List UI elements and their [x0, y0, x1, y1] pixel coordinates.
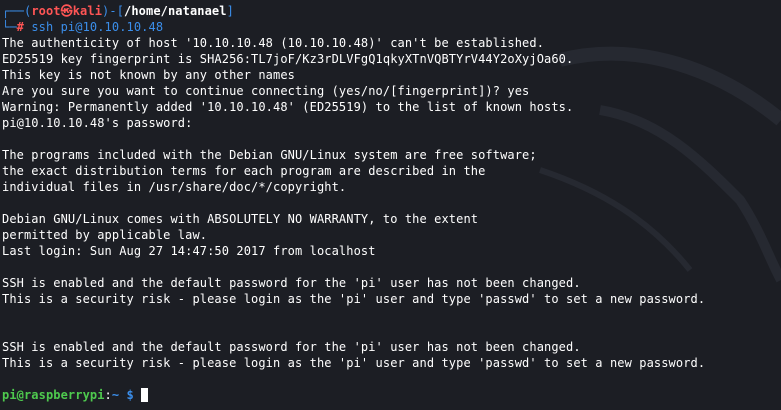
remote-path: ~	[111, 388, 120, 402]
output-line: SSH is enabled and the default password …	[2, 276, 581, 290]
output-line: This is a security risk - please login a…	[2, 292, 706, 306]
prompt-second-prefix: └─	[2, 20, 17, 34]
prompt-user: root	[31, 4, 61, 18]
text-cursor[interactable]	[141, 388, 149, 402]
prompt-close-mid: )-[	[102, 4, 125, 18]
prompt-path: /home/natanael	[124, 4, 227, 18]
output-line: The programs included with the Debian GN…	[2, 148, 537, 162]
output-line: ED25519 key fingerprint is SHA256:TL7joF…	[2, 52, 574, 66]
prompt-hash: #	[16, 20, 24, 34]
prompt-at-symbol: ㉿	[60, 4, 73, 18]
ssh-output: The authenticity of host '10.10.10.48 (1…	[2, 35, 781, 387]
output-line: The authenticity of host '10.10.10.48 (1…	[2, 36, 545, 50]
prompt-line-2: └─# ssh pi@10.10.10.48	[2, 19, 781, 35]
output-line: Debian GNU/Linux comes with ABSOLUTELY N…	[2, 212, 479, 226]
remote-dollar: $	[126, 388, 134, 402]
output-line: Last login: Sun Aug 27 14:47:50 2017 fro…	[2, 244, 376, 258]
output-line: SSH is enabled and the default password …	[2, 340, 581, 354]
output-line: This key is not known by any other names	[2, 68, 295, 82]
prompt-host: kali	[72, 4, 103, 18]
output-line: pi@10.10.10.48's password:	[2, 116, 193, 130]
remote-colon: :	[104, 388, 112, 402]
output-line: individual files in /usr/share/doc/*/cop…	[2, 180, 347, 194]
prompt-line-1: ┌──(root㉿kali)-[/home/natanael]	[2, 3, 781, 19]
prompt-command: ssh pi@10.10.10.48	[31, 20, 164, 34]
terminal-window[interactable]: ┌──(root㉿kali)-[/home/natanael] └─# ssh …	[0, 0, 781, 410]
output-line: permitted by applicable law.	[2, 228, 208, 242]
remote-user-host: pi@raspberrypi	[2, 388, 105, 402]
output-line: This is a security risk - please login a…	[2, 356, 706, 370]
output-line: the exact distribution terms for each pr…	[2, 164, 486, 178]
prompt-close-bracket: ]	[226, 4, 234, 18]
prompt-open-bracket: ┌──(	[2, 4, 32, 18]
remote-prompt-line[interactable]: pi@raspberrypi:~ $	[2, 387, 781, 403]
output-line: Warning: Permanently added '10.10.10.48'…	[2, 100, 574, 114]
output-line: Are you sure you want to continue connec…	[2, 84, 530, 98]
